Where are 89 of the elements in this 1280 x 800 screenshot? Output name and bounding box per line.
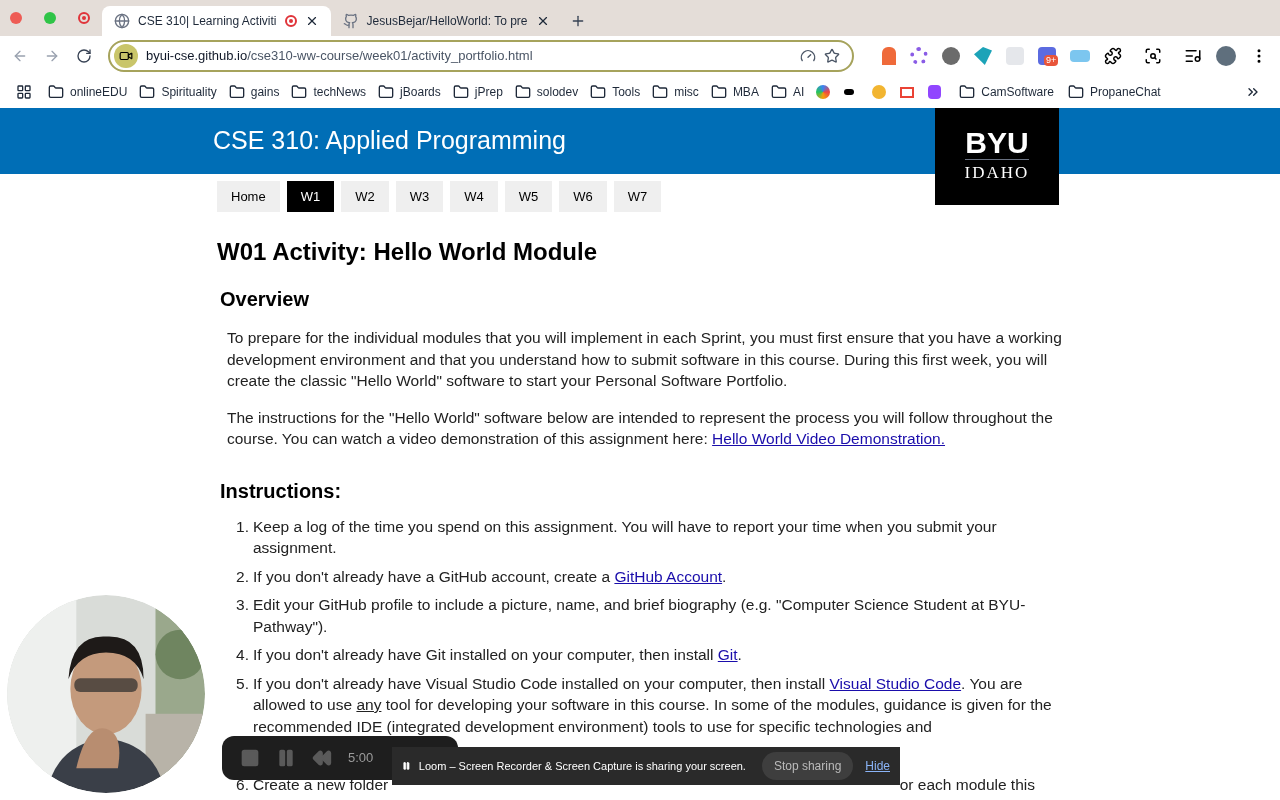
paragraph: The instructions for the "Hello World" software below are intended to represent the process you will follow throughout the course. You can watch a video demonstration of this assignment here: Hello World Video Demonstration. (227, 407, 1054, 449)
bookmark[interactable]: PropaneChat (1067, 83, 1161, 101)
close-window-icon[interactable] (10, 12, 22, 24)
page-heading: W01 Activity: Hello World Module (217, 237, 599, 267)
folder-icon (291, 84, 308, 100)
section-heading: Overview (220, 287, 310, 312)
bookmark[interactable]: techNews (291, 83, 367, 101)
link[interactable]: Git (717, 646, 738, 663)
nav-tab[interactable]: Home (217, 181, 280, 212)
stop-icon[interactable] (240, 748, 260, 768)
list-number: 1. (235, 516, 249, 537)
list-item-text: If you don't already have Visual Studio Code installed on your computer, then install Visual Studio Code. You are allowed to use any tool for developing your software in this course. In some of the modules, guidance is given for the recommended IDE (integrated development environment) tools to use for specific technologies and (253, 673, 1053, 737)
extensions-icon[interactable] (1104, 47, 1122, 65)
tab-title: JesusBejar/HelloWorld: To pre (366, 13, 528, 30)
list-number: 4. (235, 645, 249, 665)
folder-icon (1067, 84, 1084, 100)
logo-text: IDAHO (964, 162, 1030, 185)
folder-icon (514, 84, 531, 100)
bookmark[interactable]: solodev (514, 83, 579, 101)
globe-icon (114, 13, 130, 29)
site-title: CSE 310: Applied Programming (213, 125, 566, 157)
rewind-icon[interactable] (312, 748, 332, 768)
paragraph: To prepare for the individual modules that you will implement in each Sprint, you must first ensure that you have a working development environment and that you understand how to submit software in this course. During this first week, you will create the classic "Hello World" software to start your Personal Software Portfolio. (227, 328, 1063, 391)
bookmark[interactable]: gains (228, 83, 280, 101)
folder-icon (590, 84, 607, 100)
folder-icon (452, 84, 469, 100)
list-number: 6. (235, 777, 249, 793)
bookmark[interactable]: jBoards (378, 83, 441, 101)
bookmark[interactable]: MBA (710, 83, 759, 101)
pause-icon (402, 760, 411, 772)
url-text: byui-cse.github.io/cse310-ww-course/week01/activity_portfolio.html (146, 47, 534, 66)
camera-icon (114, 44, 138, 68)
list-item-text: or each module this (899, 777, 1035, 793)
extension-icon[interactable]: 9+ (1038, 47, 1056, 65)
bookmark-star-icon[interactable] (824, 48, 840, 64)
bookmark[interactable]: misc (652, 83, 699, 101)
nav-tab[interactable]: W1 (286, 181, 335, 212)
tab-title: CSE 310| Learning Activiti (138, 13, 277, 30)
folder-icon (378, 84, 395, 100)
reload-icon[interactable] (76, 48, 92, 64)
link[interactable]: Visual Studio Code (829, 674, 962, 692)
record-icon (78, 12, 90, 24)
pause-icon[interactable] (276, 748, 296, 768)
address-bar[interactable]: byui-cse.github.io/cse310-ww-course/week01/activity_portfolio.html (108, 40, 854, 72)
nav-tab[interactable]: W2 (341, 181, 389, 212)
folder-icon (959, 84, 976, 100)
list-item-text: If you don't already have Git installed on your computer, then install Git. (253, 645, 742, 665)
folder-icon (710, 84, 727, 100)
apps-icon[interactable] (16, 84, 32, 100)
back-icon[interactable] (12, 48, 28, 64)
bookmark[interactable]: CamSoftware (959, 83, 1054, 101)
folder-icon (48, 84, 64, 100)
logo-text: BYU (965, 127, 1029, 161)
bookmark[interactable]: Tools (590, 83, 641, 101)
bookmark[interactable]: jPrep (452, 83, 503, 101)
bookmark[interactable]: AI (770, 83, 805, 101)
nav-tab[interactable]: W3 (395, 181, 444, 212)
section-heading: Instructions: (220, 478, 343, 504)
cat-icon (342, 13, 359, 29)
notification-badge: 9+ (1044, 55, 1059, 66)
list-item-text: Create a new folder (253, 777, 389, 793)
folder-icon (770, 84, 787, 100)
hide-link[interactable]: Hide (865, 757, 890, 775)
link[interactable]: Hello World Video Demonstration. (712, 430, 945, 447)
list-number: 5. (235, 673, 249, 694)
nav-tab[interactable]: W7 (613, 181, 662, 212)
bookmark[interactable]: Spirituality (139, 83, 217, 101)
search-icon[interactable] (1144, 47, 1162, 65)
list-item-text: Keep a log of the time you spend on this assignment. You will have to report your time when you submit your assignment. (253, 516, 998, 558)
nav-tab[interactable]: W6 (559, 181, 607, 212)
browser-tab[interactable]: JesusBejar/HelloWorld: To pre (330, 6, 562, 36)
bookmark[interactable]: onlineEDU (48, 83, 128, 101)
folder-icon (652, 84, 669, 100)
nav-tab[interactable]: W4 (450, 181, 498, 212)
gauge-icon[interactable] (800, 48, 816, 64)
avatar-icon[interactable] (1216, 46, 1236, 66)
folder-icon (139, 84, 156, 100)
forward-icon[interactable] (44, 48, 60, 64)
list-item-text: If you don't already have a GitHub account, create a GitHub Account. (253, 566, 727, 587)
browser-tab[interactable]: CSE 310| Learning Activiti (102, 6, 331, 36)
list-number: 3. (235, 595, 249, 615)
stop-sharing-button[interactable]: Stop sharing (761, 752, 854, 780)
list-item-text: Edit your GitHub profile to include a picture, name, and brief biography (e.g. "Computer Science Student at BYU-Pathway"). (253, 595, 1027, 637)
folder-icon (228, 84, 245, 100)
media-icon[interactable] (1184, 47, 1202, 65)
sharing-message: Loom – Screen Recorder & Screen Capture is sharing your screen. (418, 758, 746, 774)
timer: 5:00 (348, 749, 374, 768)
list-number: 2. (235, 566, 249, 587)
nav-tab[interactable]: W5 (504, 181, 553, 212)
